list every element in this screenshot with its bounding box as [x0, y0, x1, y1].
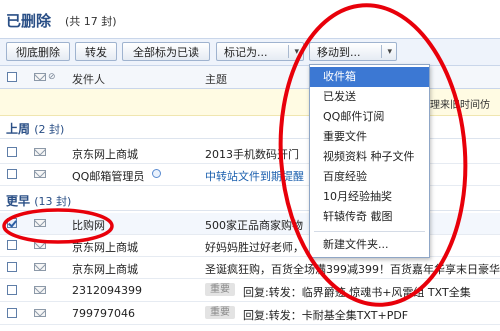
- forward-label: 转发: [85, 46, 107, 59]
- menu-item-important-files[interactable]: 重要文件: [310, 127, 429, 147]
- row-subject[interactable]: 回复:转发：卡耐基全集TXT+PDF: [243, 307, 408, 323]
- folder-count: (共 17 封): [65, 15, 117, 28]
- group-count: (13 封): [34, 195, 72, 208]
- chevron-down-icon: ▾: [387, 47, 392, 57]
- row-subject[interactable]: 圣诞疯狂购，百货全场满399减399！百货嘉年华享末日豪华大: [205, 261, 500, 277]
- menu-item-xuanyuan-screenshots[interactable]: 轩辕传奇 截图: [310, 207, 429, 227]
- mail-row[interactable]: 799797046 重要 回复:转发：卡耐基全集TXT+PDF: [0, 303, 500, 325]
- row-checkbox[interactable]: [7, 218, 17, 228]
- mail-toolbar: 彻底删除 转发 全部标为已读 标记为... ▾ 移动到... ▾: [0, 38, 500, 66]
- group-label: 更早 (13 封): [6, 192, 71, 209]
- group-title: 更早: [6, 194, 31, 208]
- mail-row[interactable]: 京东网上商城 圣诞疯狂购，百货全场满399减399！百货嘉年华享末日豪华大: [0, 257, 500, 279]
- menu-item-october-lottery[interactable]: 10月经验抽奖: [310, 187, 429, 207]
- menu-divider: [314, 231, 425, 232]
- row-sender[interactable]: 799797046: [72, 307, 135, 320]
- envelope-icon: [34, 241, 46, 249]
- dropdown-divider: [288, 45, 289, 58]
- row-checkbox[interactable]: [7, 147, 17, 157]
- user-icon: [152, 169, 161, 178]
- move-to-menu: 收件箱 已发送 QQ邮件订阅 重要文件 视频资料 种子文件 百度经验 10月经验…: [309, 64, 430, 258]
- mail-row[interactable]: 2312094399 重要 回复:转发：临界爵迹 惊魂书+风雷组 TXT全集: [0, 280, 500, 302]
- important-tag[interactable]: 重要: [205, 283, 235, 296]
- mark-all-read-label: 全部标为已读: [133, 46, 199, 59]
- group-label: 上周 (2 封): [6, 120, 64, 137]
- row-sender[interactable]: QQ邮箱管理员: [72, 168, 144, 184]
- row-sender[interactable]: 京东网上商城: [72, 261, 138, 277]
- folder-header: 已删除 (共 17 封): [0, 0, 500, 34]
- column-subject[interactable]: 主题: [205, 71, 227, 87]
- row-checkbox[interactable]: [7, 308, 17, 318]
- envelope-icon: [34, 219, 46, 227]
- row-sender[interactable]: 2312094399: [72, 284, 142, 297]
- menu-item-new-folder[interactable]: 新建文件夹...: [310, 235, 429, 255]
- menu-item-baidu-experience[interactable]: 百度经验: [310, 167, 429, 187]
- envelope-icon: [34, 263, 46, 271]
- row-subject[interactable]: 500家正品商家购物: [205, 217, 303, 233]
- row-sender[interactable]: 比购网: [72, 217, 105, 233]
- envelope-icon: [34, 309, 46, 317]
- row-subject[interactable]: 好妈妈胜过好老师，: [205, 239, 304, 255]
- delete-forever-button[interactable]: 彻底删除: [6, 42, 70, 61]
- mark-all-read-button[interactable]: 全部标为已读: [122, 42, 210, 61]
- row-sender[interactable]: 京东网上商城: [72, 239, 138, 255]
- mark-as-label: 标记为...: [224, 46, 268, 59]
- mark-as-dropdown[interactable]: 标记为... ▾: [216, 42, 304, 61]
- move-to-dropdown[interactable]: 移动到... ▾: [309, 42, 397, 61]
- important-tag[interactable]: 重要: [205, 306, 235, 319]
- menu-item-qq-subscription[interactable]: QQ邮件订阅: [310, 107, 429, 127]
- row-subject[interactable]: 回复:转发：临界爵迹 惊魂书+风雷组 TXT全集: [243, 284, 471, 300]
- folder-title: 已删除: [6, 12, 52, 30]
- attachment-icon[interactable]: ⊘: [48, 72, 56, 82]
- dropdown-divider: [381, 45, 382, 58]
- chevron-down-icon: ▾: [294, 47, 299, 57]
- select-all-checkbox[interactable]: [7, 72, 17, 82]
- group-title: 上周: [6, 122, 31, 136]
- menu-item-video-torrents[interactable]: 视频资料 种子文件: [310, 147, 429, 167]
- row-checkbox[interactable]: [7, 240, 17, 250]
- row-checkbox[interactable]: [7, 262, 17, 272]
- forward-button[interactable]: 转发: [75, 42, 117, 61]
- row-subject[interactable]: 中转站文件到期提醒: [205, 168, 304, 184]
- column-sender[interactable]: 发件人: [72, 71, 105, 87]
- row-checkbox[interactable]: [7, 169, 17, 179]
- menu-item-inbox[interactable]: 收件箱: [310, 67, 429, 87]
- cleanup-notice-text[interactable]: 清理来旧时间仿: [420, 96, 490, 111]
- menu-item-sent[interactable]: 已发送: [310, 87, 429, 107]
- group-count: (2 封): [34, 123, 65, 136]
- envelope-icon: [34, 148, 46, 156]
- row-sender[interactable]: 京东网上商城: [72, 146, 138, 162]
- row-subject[interactable]: 2013手机数码开门: [205, 146, 299, 162]
- envelope-icon[interactable]: [34, 73, 46, 81]
- move-to-label: 移动到...: [317, 46, 361, 59]
- envelope-icon: [34, 170, 46, 178]
- row-checkbox[interactable]: [7, 285, 17, 295]
- delete-forever-label: 彻底删除: [16, 46, 60, 59]
- envelope-icon: [34, 286, 46, 294]
